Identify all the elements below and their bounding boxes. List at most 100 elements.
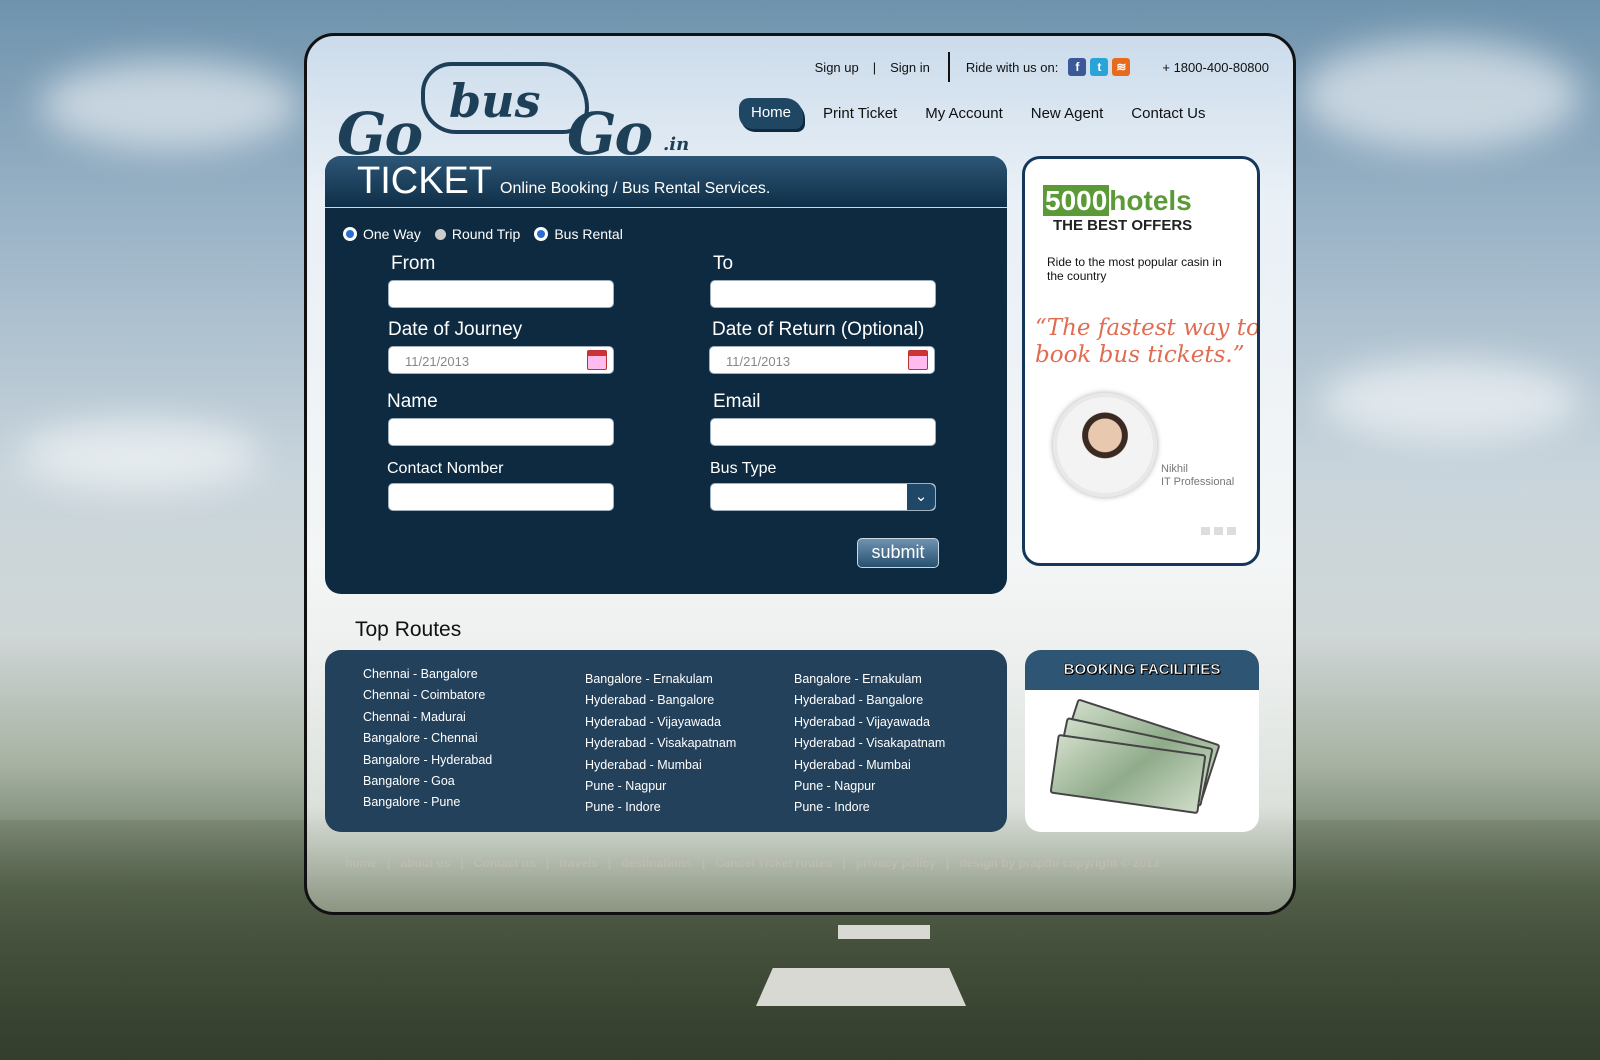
promo-box: 5000hotels THE BEST OFFERS Ride to the m… bbox=[1022, 156, 1260, 566]
bus-type-label: Bus Type bbox=[710, 460, 777, 477]
twitter-icon[interactable]: t bbox=[1090, 58, 1109, 76]
divider bbox=[947, 52, 950, 82]
footer-link[interactable]: home bbox=[345, 856, 377, 870]
ticket-title: TICKET bbox=[357, 160, 493, 202]
route-link[interactable]: Hyderabad - Mumbai bbox=[794, 755, 945, 776]
route-link[interactable]: Pune - Indore bbox=[794, 797, 945, 818]
nav-home[interactable]: Home bbox=[739, 98, 804, 129]
route-link[interactable]: Hyderabad - Visakapatnam bbox=[585, 733, 736, 754]
ticket-form-panel: TICKET Online Booking / Bus Rental Servi… bbox=[325, 156, 1007, 594]
calendar-icon[interactable] bbox=[587, 350, 607, 370]
footer-link[interactable]: destinations bbox=[621, 856, 692, 870]
route-link[interactable]: Pune - Nagpur bbox=[585, 776, 736, 797]
radio-one-way[interactable]: One Way bbox=[343, 226, 421, 242]
rss-icon[interactable]: ≋ bbox=[1112, 58, 1131, 76]
separator: | bbox=[872, 59, 877, 75]
chevron-down-icon[interactable]: ⌄ bbox=[907, 484, 935, 510]
radio-selected-icon bbox=[534, 227, 549, 241]
phone-number: + 1800-400-80800 bbox=[1162, 59, 1269, 75]
footer-links: home | about us | Contact us | travels | destina… bbox=[345, 856, 1169, 870]
route-link[interactable]: Bangalore - Pune bbox=[363, 792, 492, 813]
footer-separator: | bbox=[460, 856, 464, 870]
testimonial-person: Nikhil IT Professional bbox=[1161, 463, 1235, 488]
name-label: Name bbox=[387, 391, 438, 412]
signin-link[interactable]: Sign in bbox=[890, 60, 930, 75]
route-link[interactable]: Chennai - Madurai bbox=[363, 707, 492, 728]
nav-contact-us[interactable]: Contact Us bbox=[1131, 105, 1205, 122]
routes-column-1: Chennai - Bangalore Chennai - Coimbatore C… bbox=[363, 664, 492, 814]
footer-separator: | bbox=[945, 856, 950, 870]
main-frame: Go bus Go .in Sign up | Sign in Ride wit… bbox=[304, 33, 1296, 915]
date-journey-label: Date of Journey bbox=[388, 319, 523, 340]
route-link[interactable]: Chennai - Coimbatore bbox=[363, 685, 492, 706]
route-link[interactable]: Bangalore - Ernakulam bbox=[585, 669, 736, 690]
route-link[interactable]: Bangalore - Chennai bbox=[363, 728, 492, 749]
top-routes-panel: Chennai - Bangalore Chennai - Coimbatore C… bbox=[325, 650, 1007, 832]
testimonial-quote: “The fastest way to book bus tickets.” bbox=[1035, 315, 1260, 368]
nav-print-ticket[interactable]: Print Ticket bbox=[823, 105, 897, 122]
footer-link[interactable]: Contact us bbox=[474, 856, 536, 870]
email-input[interactable] bbox=[710, 418, 936, 446]
route-link[interactable]: Chennai - Bangalore bbox=[363, 664, 492, 685]
radio-round-trip[interactable]: Round Trip bbox=[434, 226, 520, 242]
footer-separator: | bbox=[387, 856, 391, 870]
from-input[interactable] bbox=[388, 280, 614, 308]
footer-link[interactable]: privacy policy bbox=[856, 856, 936, 870]
footer-link[interactable]: Cancel Ticket routes bbox=[715, 856, 832, 870]
top-links: Sign up | Sign in Ride with us on: f t ≋… bbox=[815, 52, 1269, 82]
route-link[interactable]: Pune - Nagpur bbox=[794, 776, 945, 797]
ride-text: Ride to the most popular casin in the co… bbox=[1047, 255, 1222, 283]
calendar-icon[interactable] bbox=[908, 350, 928, 370]
routes-column-3: Bangalore - Ernakulam Hyderabad - Bangalo… bbox=[794, 669, 945, 819]
ticket-header: TICKET Online Booking / Bus Rental Servi… bbox=[325, 156, 1007, 208]
trip-type-radios: One Way Round Trip Bus Rental bbox=[343, 226, 637, 242]
radio-unselected-icon bbox=[434, 228, 446, 240]
routes-column-2: Bangalore - Ernakulam Hyderabad - Bangalo… bbox=[585, 669, 736, 819]
footer-link[interactable]: travels bbox=[559, 856, 598, 870]
booking-facilities-title: BOOKING FACILITIES bbox=[1025, 650, 1259, 690]
route-link[interactable]: Hyderabad - Mumbai bbox=[585, 755, 736, 776]
date-journey-input[interactable]: 11/21/2013 bbox=[388, 346, 614, 374]
ride-with-us-label: Ride with us on: bbox=[965, 59, 1059, 75]
bus-type-select[interactable]: ⌄ bbox=[710, 483, 936, 511]
best-offers-text: THE BEST OFFERS bbox=[1053, 217, 1193, 234]
facebook-icon[interactable]: f bbox=[1068, 58, 1087, 76]
signup-link[interactable]: Sign up bbox=[815, 60, 859, 75]
footer-separator: | bbox=[842, 856, 846, 870]
ticket-subtitle: Online Booking / Bus Rental Services. bbox=[500, 180, 771, 197]
carousel-dots[interactable] bbox=[1201, 527, 1240, 535]
to-label: To bbox=[713, 253, 734, 274]
route-link[interactable]: Hyderabad - Vijayawada bbox=[794, 712, 945, 733]
contact-number-input[interactable] bbox=[388, 483, 614, 511]
date-return-label: Date of Return (Optional) bbox=[712, 319, 925, 340]
main-nav: Home Print Ticket My Account New Agent C… bbox=[739, 98, 1234, 129]
route-link[interactable]: Bangalore - Hyderabad bbox=[363, 750, 492, 771]
date-return-input[interactable]: 11/21/2013 bbox=[709, 346, 935, 374]
booking-facilities-box: BOOKING FACILITIES bbox=[1025, 650, 1259, 832]
radio-bus-rental[interactable]: Bus Rental bbox=[534, 226, 623, 242]
footer-link[interactable]: about us bbox=[400, 856, 450, 870]
contact-number-label: Contact Nomber bbox=[387, 460, 504, 477]
nav-new-agent[interactable]: New Agent bbox=[1031, 105, 1104, 122]
footer-separator: | bbox=[701, 856, 706, 870]
footer-link[interactable]: design by prapthi copyright © 2013 bbox=[959, 856, 1159, 870]
route-link[interactable]: Hyderabad - Vijayawada bbox=[585, 712, 736, 733]
footer-separator: | bbox=[607, 856, 612, 870]
nav-my-account[interactable]: My Account bbox=[925, 105, 1003, 122]
route-link[interactable]: Bangalore - Goa bbox=[363, 771, 492, 792]
route-link[interactable]: Pune - Indore bbox=[585, 797, 736, 818]
from-label: From bbox=[391, 253, 436, 274]
route-link[interactable]: Hyderabad - Bangalore bbox=[585, 690, 736, 711]
name-input[interactable] bbox=[388, 418, 614, 446]
radio-selected-icon bbox=[343, 227, 357, 241]
submit-button[interactable]: submit bbox=[857, 538, 939, 568]
footer-separator: | bbox=[545, 856, 550, 870]
email-label: Email bbox=[713, 391, 761, 412]
route-link[interactable]: Bangalore - Ernakulam bbox=[794, 669, 945, 690]
hotels-logo[interactable]: 5000hotels bbox=[1043, 185, 1192, 217]
top-routes-title: Top Routes bbox=[355, 618, 462, 641]
to-input[interactable] bbox=[710, 280, 936, 308]
avatar bbox=[1053, 393, 1157, 497]
route-link[interactable]: Hyderabad - Bangalore bbox=[794, 690, 945, 711]
route-link[interactable]: Hyderabad - Visakapatnam bbox=[794, 733, 945, 754]
